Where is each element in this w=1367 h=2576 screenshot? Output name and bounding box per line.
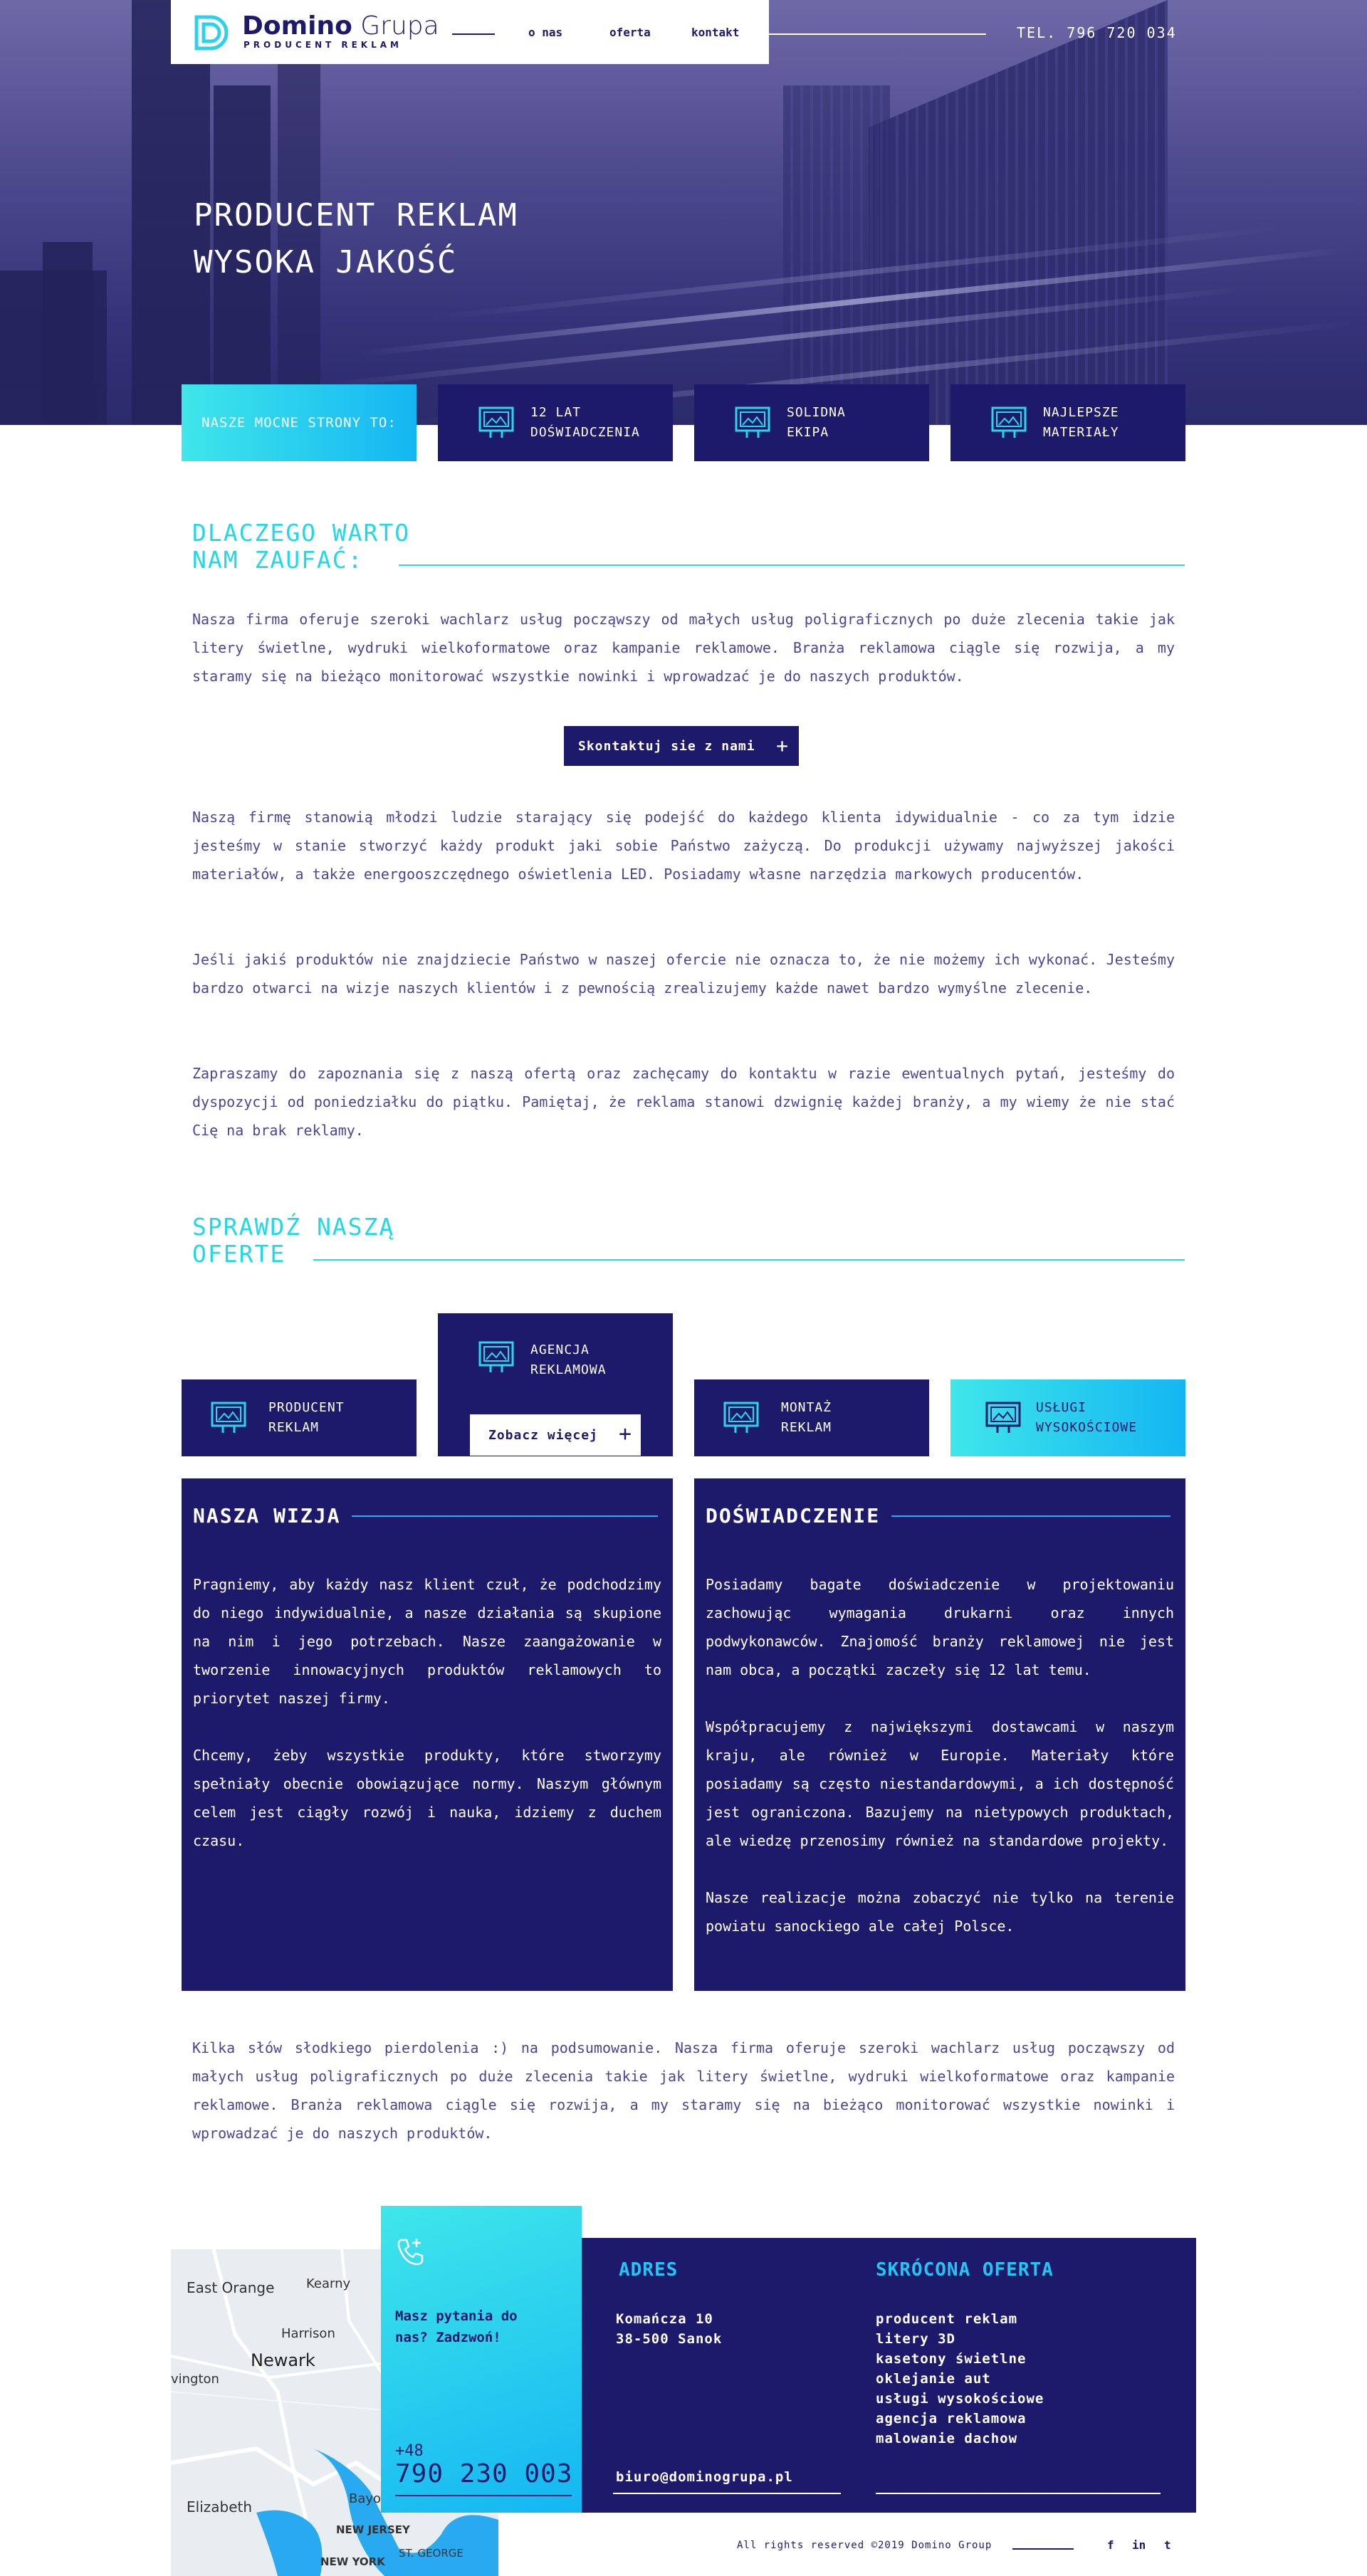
contact-button[interactable]: Skontaktuj sie z nami + [564,726,799,766]
address-email[interactable]: biuro@dominogrupa.pl [616,2469,793,2485]
see-more-label: Zobacz więcej [488,1427,598,1443]
experience-box: DOŚWIADCZENIE Posiadamy bagate doświadcz… [694,1478,1185,1991]
summary-paragraph: Kilka słów słodkiego pierdolenia :) na p… [192,2039,1175,2142]
plus-icon: + [618,1421,632,1446]
nav-divider [452,33,495,35]
why-intro: Nasza firma oferuje szeroki wachlarz usł… [192,611,1175,685]
domino-logo-icon[interactable] [192,13,232,53]
call-box: Masz pytania do nas? Zadzwoń! +48 790 23… [381,2206,582,2513]
offer-underline [876,2493,1161,2494]
call-question: Masz pytania do nas? Zadzwoń! [395,2308,518,2345]
map-label: Kearny [306,2276,351,2291]
strength-card-materials: NAJLEPSZE MATERIAŁY [950,384,1185,461]
vision-paragraph: Chcemy, żeby wszystkie produkty, które s… [193,1747,661,1849]
map-label: Elizabeth [187,2498,253,2515]
billboard-icon [478,1341,514,1372]
strengths-label: NASZE MOCNE STRONY TO: [182,384,417,461]
offer-heading-line [313,1259,1185,1261]
hero-title: PRODUCENT REKLAM WYSOKA JAKOŚĆ [194,197,518,280]
map-label: NEW YORK [320,2555,385,2568]
header-divider [769,33,986,35]
linkedin-icon[interactable]: in [1132,2538,1146,2552]
logo-wordmark[interactable]: Domino Grupa [242,11,439,41]
contact-button-label: Skontaktuj sie z nami [578,738,755,754]
offer-card-label: MONTAŻ REKLAM [781,1400,832,1435]
why-paragraph: Naszą firmę stanowią młodzi ludzie stara… [192,809,1175,883]
why-paragraph: Jeśli jakiś produktów nie znajdziecie Pa… [192,951,1175,997]
experience-title: DOŚWIADCZENIE [706,1504,1174,1528]
see-more-button[interactable]: Zobacz więcej + [470,1414,641,1456]
logo-tagline: PRODUCENT REKLAM [243,40,402,50]
offer-card-label: AGENCJA REKLAMOWA [530,1342,607,1377]
map-label: vington [171,2372,219,2387]
billboard-icon [723,1402,759,1433]
short-offer-heading: SKRÓCONA OFERTA [876,2259,1054,2281]
billboard-icon [211,1402,246,1433]
nav-o-nas[interactable]: o nas [528,26,562,39]
call-prefix: +48 [395,2442,424,2460]
nav-kontakt[interactable]: kontakt [691,26,739,39]
offer-card-uslugi[interactable]: USŁUGI WYSOKOŚCIOWE [950,1379,1185,1456]
facebook-icon[interactable]: f [1107,2538,1114,2552]
map-label: NEW JERSEY [336,2523,410,2536]
vision-box: NASZA WIZJA Pragniemy, aby każdy nasz kl… [182,1478,673,1991]
copyright: All rights reserved ©2019 Domino Group [737,2540,992,2551]
map-label: Newark [251,2350,315,2370]
address-lines: Komańcza 10 38-500 Sanok [616,2311,723,2347]
strength-card-experience: 12 LAT DOŚWIADCZENIA [438,384,673,461]
billboard-icon [991,406,1027,438]
copyright-divider [1012,2548,1074,2550]
strength-card-team: SOLIDNA EKIPA [694,384,929,461]
billboard-icon [478,406,514,438]
plus-icon: + [776,734,789,757]
call-number[interactable]: 790 230 003 [395,2459,572,2488]
vision-title: NASZA WIZJA [193,1504,661,1528]
nav-oferta[interactable]: oferta [609,26,651,39]
why-heading-line [399,564,1185,566]
offer-card-label: USŁUGI WYSOKOŚCIOWE [1036,1400,1138,1435]
footer-info: ADRES Komańcza 10 38-500 Sanok biuro@dom… [582,2238,1196,2513]
experience-paragraph: Posiadamy bagate doświadczenie w projekt… [706,1576,1174,1678]
header-phone[interactable]: TEL. 796 720 034 [1017,24,1177,41]
building-shape [43,242,93,425]
twitter-icon[interactable]: t [1164,2538,1171,2552]
map-label: ST. GEORGE [399,2547,463,2560]
strength-label: NAJLEPSZE MATERIAŁY [1043,405,1119,440]
experience-paragraph: Współpracujemy z największymi dostawcami… [706,1718,1174,1849]
billboard-icon [735,406,770,438]
address-heading: ADRES [619,2259,679,2281]
call-underline [395,2495,572,2496]
strength-label: SOLIDNA EKIPA [787,405,846,440]
offer-card-producent[interactable]: PRODUCENT REKLAM [182,1379,417,1456]
map-label: East Orange [187,2279,275,2296]
phone-icon [397,2239,424,2266]
experience-paragraph: Nasze realizacje można zobaczyć nie tylk… [706,1889,1174,1935]
vision-paragraph: Pragniemy, aby każdy nasz klient czuł, ż… [193,1576,661,1707]
billboard-icon [985,1402,1021,1433]
email-underline [613,2493,841,2494]
map-label: Harrison [281,2326,335,2341]
offer-card-montaz[interactable]: MONTAŻ REKLAM [694,1379,929,1456]
top-navbar: Domino Grupa PRODUCENT REKLAM o nas ofer… [171,0,769,64]
why-paragraph: Zapraszamy do zapoznania się z naszą ofe… [192,1065,1175,1139]
short-offer-list: producent reklam litery 3D kasetony świe… [876,2311,1044,2446]
strength-label: 12 LAT DOŚWIADCZENIA [530,405,640,440]
why-heading: DLACZEGO WARTO NAM ZAUFAĆ: [192,519,411,574]
offer-card-label: PRODUCENT REKLAM [268,1400,345,1435]
